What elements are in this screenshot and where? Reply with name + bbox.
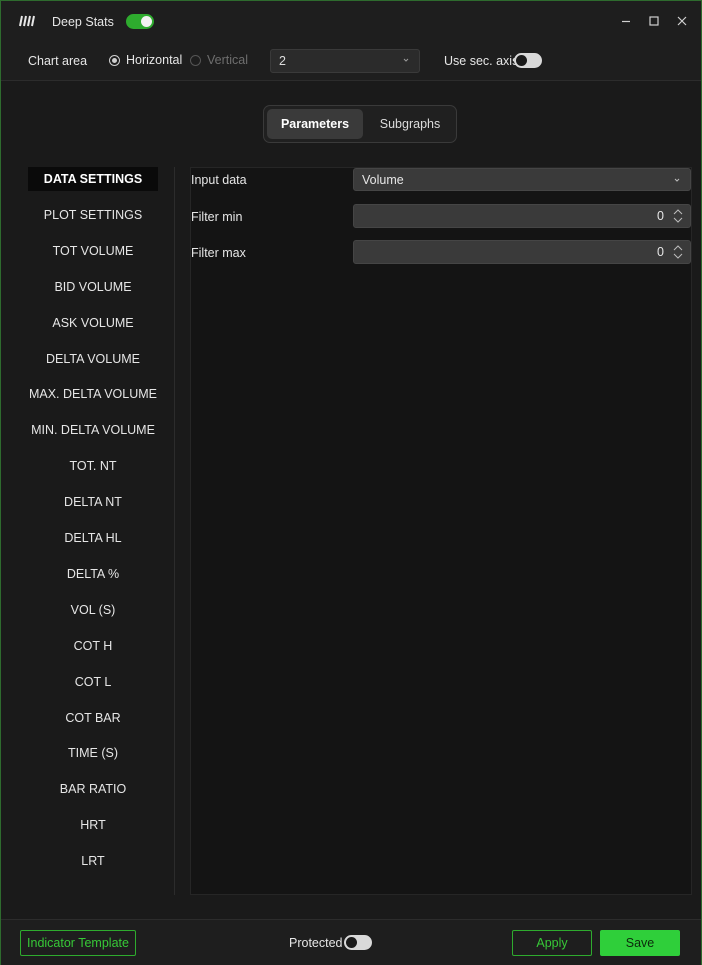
maximize-icon[interactable]: [646, 13, 662, 29]
tab-subgraphs[interactable]: Subgraphs: [366, 109, 454, 139]
spinner-arrows-icon[interactable]: [672, 244, 684, 260]
sidebar-item-cot-bar[interactable]: COT BAR: [28, 706, 158, 730]
chevron-down-icon: [403, 58, 409, 62]
sidebar-item-tot-nt[interactable]: TOT. NT: [28, 454, 158, 478]
sidebar-item-delta-hl[interactable]: DELTA HL: [28, 526, 158, 550]
title-bar: Deep Stats: [1, 1, 701, 41]
filter-min-value: 0: [657, 209, 664, 223]
sidebar-item-tot-volume[interactable]: TOT VOLUME: [28, 239, 158, 263]
toggle-knob: [346, 937, 357, 948]
input-data-select[interactable]: Volume: [353, 168, 691, 191]
sidebar-item-cot-l[interactable]: COT L: [28, 670, 158, 694]
footer-bar: Indicator Template Protected Apply Save: [1, 919, 701, 965]
sec-axis-toggle[interactable]: [514, 53, 542, 68]
sidebar-item-bar-ratio[interactable]: BAR RATIO: [28, 777, 158, 801]
chart-area-toolbar: Chart area Horizontal Vertical 2 Use sec…: [1, 41, 701, 81]
window-title: Deep Stats: [52, 15, 114, 29]
sidebar-item-vol-s[interactable]: VOL (S): [28, 598, 158, 622]
protected-label: Protected: [289, 936, 343, 950]
horizontal-radio[interactable]: [109, 55, 120, 66]
spinner-arrows-icon[interactable]: [672, 208, 684, 224]
filter-max-input[interactable]: 0: [353, 240, 691, 264]
indicator-enable-toggle[interactable]: [126, 14, 154, 29]
sidebar-item-ask-volume[interactable]: ASK VOLUME: [28, 311, 158, 335]
parameters-panel: [190, 167, 692, 895]
chart-index-select[interactable]: 2: [270, 49, 420, 73]
sidebar-item-bid-volume[interactable]: BID VOLUME: [28, 275, 158, 299]
sidebar-item-time-s[interactable]: TIME (S): [28, 741, 158, 765]
vertical-radio[interactable]: [190, 55, 201, 66]
close-icon[interactable]: [674, 13, 690, 29]
sidebar-item-lrt[interactable]: LRT: [28, 849, 158, 873]
input-data-value: Volume: [362, 173, 404, 187]
sidebar-item-plot-settings[interactable]: PLOT SETTINGS: [28, 203, 158, 227]
tab-parameters[interactable]: Parameters: [267, 109, 363, 139]
filter-min-input[interactable]: 0: [353, 204, 691, 228]
sidebar-item-delta-nt[interactable]: DELTA NT: [28, 490, 158, 514]
indicator-template-button[interactable]: Indicator Template: [20, 930, 136, 956]
chevron-down-icon: [674, 178, 680, 182]
apply-button[interactable]: Apply: [512, 930, 592, 956]
chart-area-label: Chart area: [28, 54, 88, 68]
filter-max-value: 0: [657, 245, 664, 259]
filter-max-label: Filter max: [191, 246, 246, 260]
deep-stats-window: Deep Stats Chart area Horizontal Vertica…: [0, 0, 702, 965]
sec-axis-label: Use sec. axis: [444, 54, 519, 68]
minimize-icon[interactable]: [618, 13, 634, 29]
toggle-knob: [516, 55, 527, 66]
input-data-label: Input data: [191, 173, 247, 187]
parameters-subgraphs-tabs: Parameters Subgraphs: [263, 105, 457, 143]
chart-index-value: 2: [279, 54, 286, 68]
toggle-knob: [141, 16, 152, 27]
sidebar-item-min-delta-volume[interactable]: MIN. DELTA VOLUME: [28, 418, 158, 442]
sidebar-divider: [174, 167, 175, 895]
sidebar-item-data-settings[interactable]: DATA SETTINGS: [28, 167, 158, 191]
sidebar-item-max-delta-volume[interactable]: MAX. DELTA VOLUME: [28, 382, 158, 406]
app-logo-icon: [19, 15, 35, 27]
vertical-radio-label[interactable]: Vertical: [207, 53, 248, 67]
save-button[interactable]: Save: [600, 930, 680, 956]
horizontal-radio-label[interactable]: Horizontal: [126, 53, 182, 67]
filter-min-label: Filter min: [191, 210, 243, 224]
sidebar-item-delta[interactable]: DELTA %: [28, 562, 158, 586]
sidebar-item-delta-volume[interactable]: DELTA VOLUME: [28, 347, 158, 371]
sidebar-item-hrt[interactable]: HRT: [28, 813, 158, 837]
sidebar-item-cot-h[interactable]: COT H: [28, 634, 158, 658]
protected-toggle[interactable]: [344, 935, 372, 950]
